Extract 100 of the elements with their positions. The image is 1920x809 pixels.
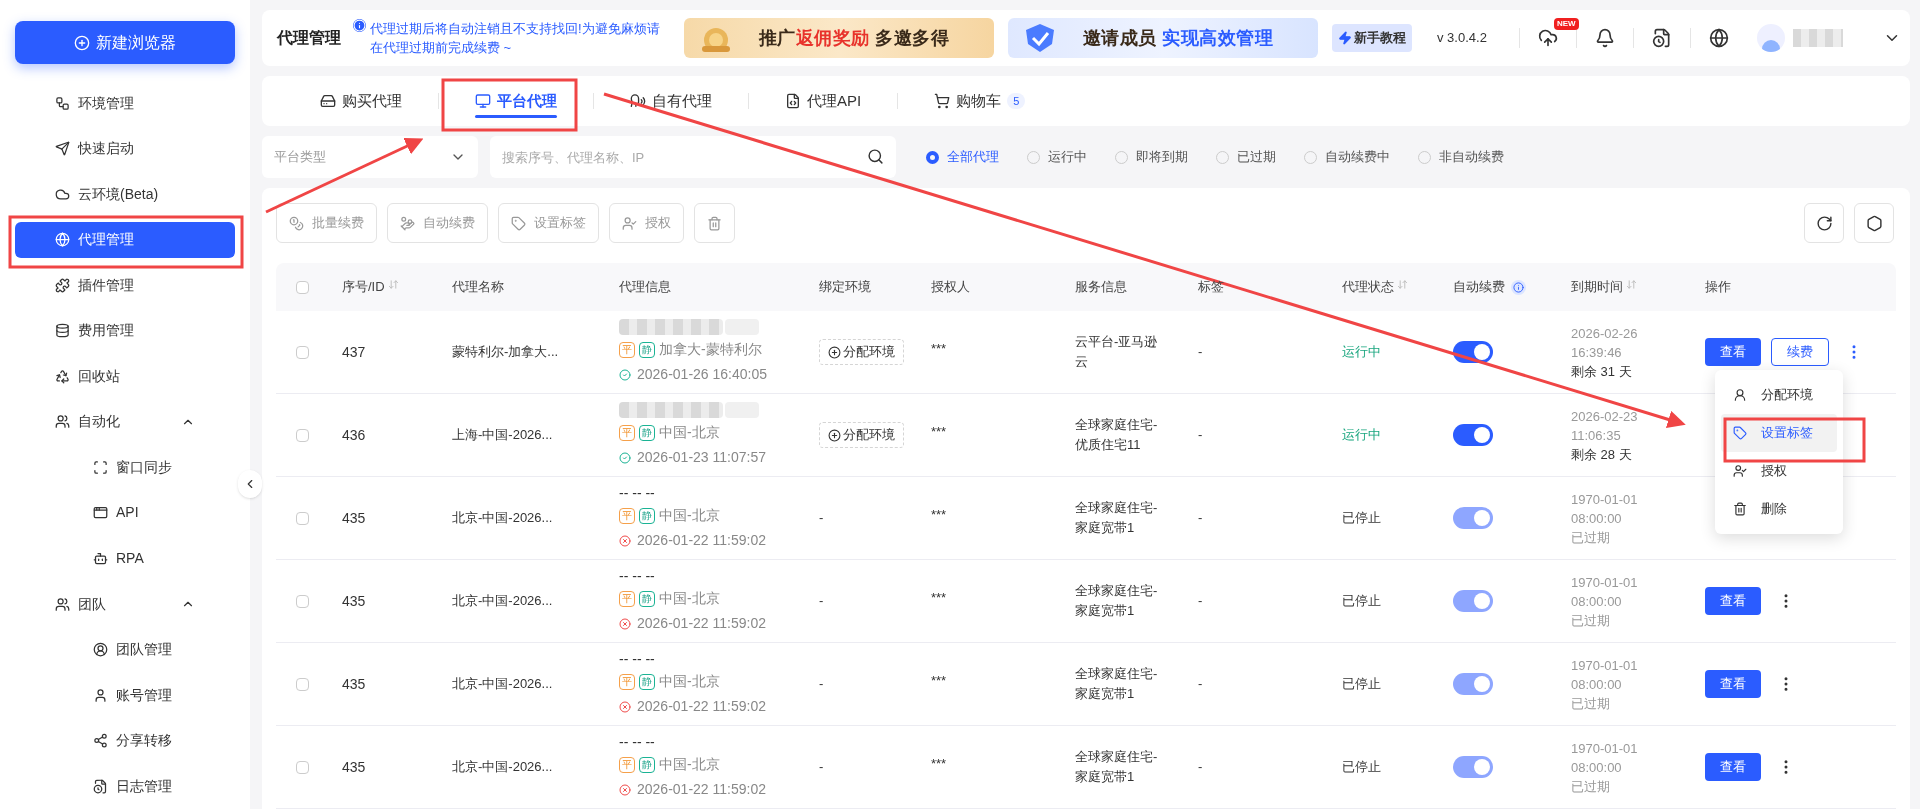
assign-environment-button[interactable]: 分配环境	[819, 339, 904, 365]
table-cell-text: 北京-中国-2026...	[452, 675, 554, 694]
globe-icon[interactable]	[1708, 28, 1729, 48]
cloud-upload-icon[interactable]	[1537, 28, 1558, 48]
sidebar-item[interactable]: 快速启动	[15, 130, 235, 167]
table-cell-text: -	[1198, 343, 1204, 362]
collapse-button[interactable]	[238, 470, 262, 498]
sidebar-item[interactable]: 日志管理	[15, 768, 235, 804]
tab[interactable]: 平台代理	[439, 76, 593, 126]
sidebar-item[interactable]: 环境管理	[15, 85, 235, 121]
tutorial-button[interactable]: 新手教程	[1332, 24, 1412, 52]
table-cell: -	[819, 759, 824, 775]
sidebar-item[interactable]: API	[15, 495, 235, 531]
sidebar-item[interactable]: 费用管理	[15, 313, 235, 349]
column-header: 标签	[1198, 278, 1224, 297]
table-cell-text: 436	[342, 425, 367, 445]
toggle-switch[interactable]	[1453, 341, 1493, 363]
sidebar-item[interactable]: 分享转移	[15, 722, 235, 759]
filter-radio[interactable]: 已过期	[1216, 147, 1276, 167]
trash-icon	[1733, 502, 1747, 516]
status-text: 运行中	[1342, 343, 1382, 362]
checkbox[interactable]	[296, 280, 309, 294]
column-header: 代理信息	[619, 278, 671, 297]
new-browser-button[interactable]: 新建浏览器	[15, 21, 235, 65]
column-header: 序号/ID	[342, 278, 385, 297]
view-button[interactable]: 查看	[1705, 753, 1761, 781]
filter-radio[interactable]: 非自动续费	[1418, 147, 1504, 167]
sidebar-item[interactable]: RPA	[15, 540, 235, 577]
view-button[interactable]: 查看	[1705, 338, 1761, 366]
window-icon	[93, 505, 108, 521]
checkbox[interactable]	[296, 760, 309, 774]
promo-banner[interactable]: 推广返佣奖励 多邀多得	[684, 18, 994, 58]
checkbox[interactable]	[296, 511, 309, 525]
expiry-time: 1970-01-01 08:00:00 已过期	[1571, 490, 1639, 547]
assign-environment-button[interactable]: 分配环境	[819, 422, 904, 448]
tag-icon	[1733, 426, 1747, 440]
coins-icon	[289, 215, 304, 231]
tab[interactable]: 代理API	[749, 76, 898, 126]
view-button[interactable]: 查看	[1705, 670, 1761, 698]
menu-item[interactable]: 分配环境	[1721, 376, 1837, 414]
table-cell-text: 435	[342, 508, 367, 528]
info-icon[interactable]	[1511, 279, 1526, 295]
filter-radio[interactable]: 即将到期	[1115, 147, 1188, 167]
sidebar-item[interactable]: 账号管理	[15, 677, 235, 713]
location: 中国-北京	[659, 672, 720, 691]
redacted-username	[1792, 29, 1843, 47]
filter-radio[interactable]: 自动续费中	[1304, 147, 1390, 167]
filter-radio[interactable]: 全部代理	[926, 147, 999, 167]
created-time: 2026-01-22 11:59:02	[637, 614, 766, 633]
sidebar-item[interactable]: 插件管理	[15, 267, 235, 304]
recycle-icon	[55, 368, 70, 384]
settings-button[interactable]	[1854, 203, 1894, 243]
count-badge: 5	[1007, 92, 1026, 110]
checkbox[interactable]	[296, 594, 309, 608]
sidebar-item[interactable]: 代理管理	[15, 222, 235, 258]
column-header: 服务信息	[1075, 278, 1127, 297]
table-cell-text: 上海-中国-2026...	[452, 426, 554, 445]
file-clock-icon[interactable]	[1651, 28, 1672, 48]
column-header: 代理状态	[1342, 278, 1394, 297]
cloud-icon	[55, 186, 70, 202]
table-cell-text: -	[1198, 509, 1204, 528]
menu-item[interactable]: 授权	[1721, 452, 1837, 490]
sidebar-item[interactable]: 自动化	[15, 404, 235, 440]
sidebar-item[interactable]: 团队	[15, 586, 235, 622]
checkbox[interactable]	[296, 428, 309, 442]
tab[interactable]: 购买代理	[284, 76, 438, 126]
bell-icon[interactable]	[1594, 28, 1615, 48]
tab[interactable]: 自有代理	[594, 76, 748, 126]
location: 中国-北京	[659, 755, 720, 774]
table-cell-text: 435	[342, 591, 367, 611]
sidebar-item[interactable]: 云环境(Beta)	[15, 176, 235, 213]
sidebar-item[interactable]: 回收站	[15, 358, 235, 395]
location: 中国-北京	[659, 589, 720, 608]
menu-item[interactable]: 删除	[1721, 490, 1837, 528]
table-cell-text: ***	[931, 506, 948, 525]
view-button[interactable]: 查看	[1705, 587, 1761, 615]
column-header: 到期时间	[1571, 278, 1623, 297]
checkbox[interactable]	[296, 345, 309, 359]
refresh-button[interactable]	[1804, 203, 1844, 243]
table-cell-text: -	[1198, 758, 1204, 777]
table-cell-text: ***	[931, 672, 948, 691]
type-tag: 平	[619, 756, 635, 773]
search-field[interactable]: 搜索序号、代理名称、IP	[490, 136, 896, 178]
ip-address: -- -- --	[619, 734, 656, 750]
promo-banner[interactable]: 邀请成员 实现高效管理	[1008, 18, 1318, 58]
toggle-switch[interactable]	[1453, 424, 1493, 446]
filter-radio[interactable]: 运行中	[1027, 147, 1087, 167]
renew-button[interactable]: 续费	[1771, 338, 1829, 366]
send-icon	[55, 141, 70, 157]
robot-icon	[93, 551, 108, 566]
expiry-time: 1970-01-01 08:00:00 已过期	[1571, 573, 1639, 630]
avatar[interactable]	[1756, 24, 1785, 52]
checkbox[interactable]	[296, 677, 309, 691]
table-cell: -	[819, 676, 824, 692]
table-cell: -	[819, 593, 824, 609]
sidebar-item[interactable]: 窗口同步	[15, 449, 235, 486]
sidebar-item[interactable]: 团队管理	[15, 631, 235, 668]
expiry-time: 1970-01-01 08:00:00 已过期	[1571, 656, 1639, 713]
search-icon[interactable]	[867, 148, 884, 165]
column-header: 授权人	[931, 278, 970, 297]
